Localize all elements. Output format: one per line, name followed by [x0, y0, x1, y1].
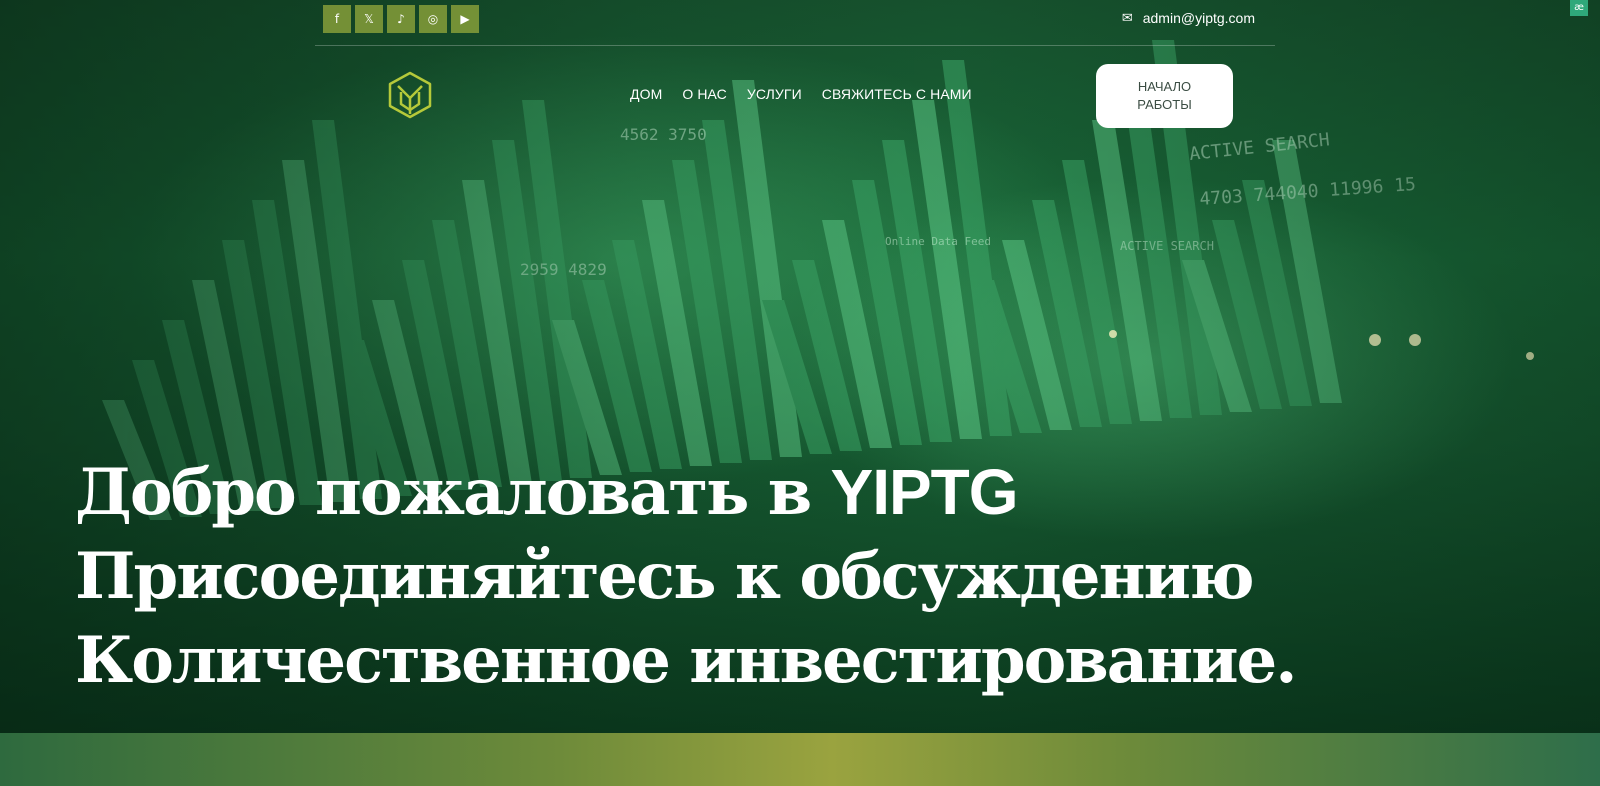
tiktok-icon[interactable]: ♪: [387, 5, 415, 33]
x-twitter-icon[interactable]: 𝕏: [355, 5, 383, 33]
contact-email[interactable]: ✉ admin@yiptg.com: [1122, 10, 1255, 26]
email-text[interactable]: admin@yiptg.com: [1143, 10, 1255, 26]
headline-line-2: Присоединяйтесь к обсуждению: [75, 539, 1255, 614]
headline-line-1: Добро пожаловать в YIPTG: [75, 450, 1296, 535]
yiptg-logo[interactable]: [385, 70, 435, 120]
get-started-button[interactable]: НАЧАЛО РАБОТЫ: [1096, 64, 1233, 128]
main-nav: ДОМ О НАС УСЛУГИ СВЯЖИТЕСЬ С НАМИ: [630, 86, 972, 102]
corner-badge[interactable]: æ: [1570, 0, 1588, 16]
social-links: f 𝕏 ♪ ◎ ▶: [323, 5, 479, 33]
facebook-glyph: f: [334, 12, 340, 26]
hero-headline: Добро пожаловать в YIPTG Присоединяйтесь…: [75, 450, 1298, 703]
tiktok-glyph: ♪: [397, 12, 405, 26]
section-divider-strip: [0, 733, 1600, 786]
nav-item-contact[interactable]: СВЯЖИТЕСЬ С НАМИ: [822, 86, 972, 102]
instagram-icon[interactable]: ◎: [419, 5, 447, 33]
youtube-glyph: ▶: [460, 12, 470, 26]
instagram-glyph: ◎: [427, 12, 439, 26]
headline-welcome: Добро пожаловать в: [75, 455, 812, 530]
x-glyph: 𝕏: [364, 12, 374, 26]
envelope-icon: ✉: [1121, 10, 1133, 26]
nav-item-about[interactable]: О НАС: [682, 86, 727, 102]
facebook-icon[interactable]: f: [323, 5, 351, 33]
nav-item-services[interactable]: УСЛУГИ: [747, 86, 802, 102]
nav-item-home[interactable]: ДОМ: [630, 86, 662, 102]
headline-brand: YIPTG: [830, 456, 1019, 528]
youtube-icon[interactable]: ▶: [451, 5, 479, 33]
top-bar: f 𝕏 ♪ ◎ ▶ ✉ admin@yiptg.com: [315, 0, 1275, 46]
headline-line-3: Количественное инвестирование.: [75, 623, 1298, 698]
